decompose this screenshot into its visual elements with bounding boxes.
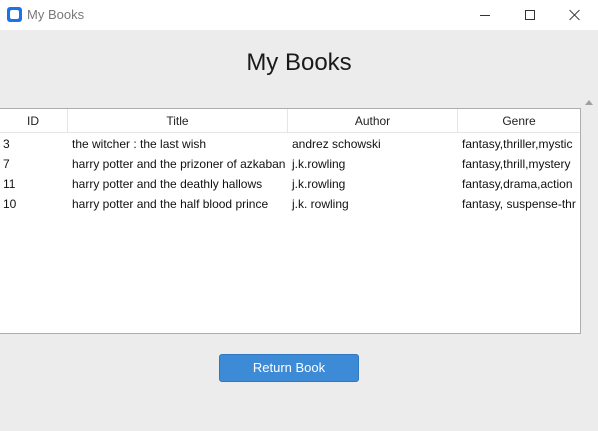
cell-genre: fantasy,thriller,mystic bbox=[462, 137, 573, 151]
maximize-icon bbox=[525, 10, 535, 20]
return-book-button[interactable]: Return Book bbox=[219, 354, 359, 382]
column-header-author[interactable]: Author bbox=[288, 109, 458, 132]
table-row[interactable]: 3 the witcher : the last wish andrez sch… bbox=[0, 134, 580, 154]
column-header-id[interactable]: ID bbox=[0, 109, 68, 132]
close-icon bbox=[569, 9, 581, 21]
cell-id: 11 bbox=[3, 177, 16, 191]
table-body: 3 the witcher : the last wish andrez sch… bbox=[0, 134, 580, 214]
maximize-button[interactable] bbox=[507, 0, 553, 30]
cell-genre: fantasy,thrill,mystery bbox=[462, 157, 571, 171]
cell-title: harry potter and the prizoner of azkaban bbox=[72, 157, 286, 171]
minimize-button[interactable] bbox=[462, 0, 508, 30]
window-title: My Books bbox=[27, 7, 85, 22]
cell-title: harry potter and the deathly hallows bbox=[72, 177, 263, 191]
cell-title: the witcher : the last wish bbox=[72, 137, 207, 151]
minimize-icon bbox=[480, 14, 490, 16]
cell-author: j.k.rowling bbox=[292, 157, 346, 171]
column-header-genre[interactable]: Genre bbox=[458, 109, 580, 132]
table-header: ID Title Author Genre bbox=[0, 109, 580, 133]
cell-genre: fantasy, suspense-thr bbox=[462, 197, 576, 211]
cell-author: j.k. rowling bbox=[292, 197, 349, 211]
cell-id: 10 bbox=[3, 197, 17, 211]
table-row[interactable]: 11 harry potter and the deathly hallows … bbox=[0, 174, 580, 194]
column-header-title[interactable]: Title bbox=[68, 109, 288, 132]
title-bar: My Books bbox=[0, 0, 598, 30]
page-title: My Books bbox=[246, 49, 352, 76]
books-table: ID Title Author Genre 3 the witcher : th… bbox=[0, 108, 581, 334]
table-row[interactable]: 10 harry potter and the half blood princ… bbox=[0, 194, 580, 214]
cell-title: harry potter and the half blood prince bbox=[72, 197, 269, 211]
cell-id: 7 bbox=[3, 157, 10, 171]
scroll-up-arrow-icon[interactable] bbox=[585, 100, 593, 105]
cell-author: j.k.rowling bbox=[292, 177, 346, 191]
close-button[interactable] bbox=[552, 0, 598, 30]
app-logo-icon bbox=[7, 7, 22, 22]
cell-genre: fantasy,drama,action bbox=[462, 177, 573, 191]
table-row[interactable]: 7 harry potter and the prizoner of azkab… bbox=[0, 154, 580, 174]
cell-author: andrez schowski bbox=[292, 137, 381, 151]
cell-id: 3 bbox=[3, 137, 10, 151]
